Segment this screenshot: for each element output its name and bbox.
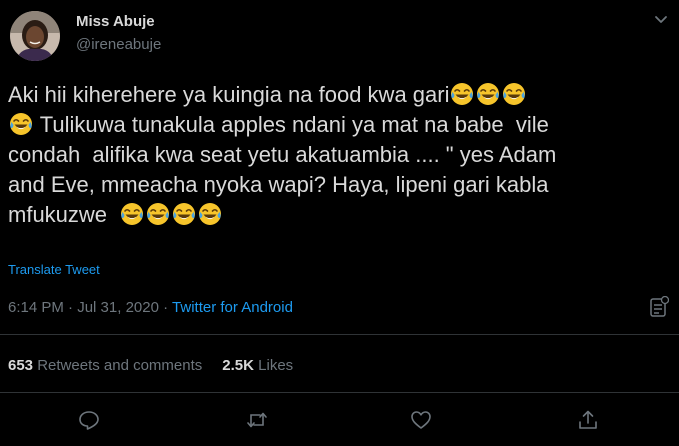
likes-count: 2.5K	[222, 357, 254, 374]
tweet-text-line: Tulikuwa tunakula apples ndani ya mat na…	[34, 112, 549, 137]
tweet-text-line: and Eve, mmeacha nyoka wapi? Haya, lipen…	[8, 172, 549, 197]
face-with-tears-of-joy-icon	[502, 82, 526, 106]
tweet-text-line: condah alifika kwa seat yetu akatuambia …	[8, 142, 557, 167]
face-with-tears-of-joy-icon	[146, 202, 170, 226]
retweet-icon[interactable]	[246, 409, 268, 431]
tweet-stats: 653 Retweets and comments 2.5K Likes	[8, 357, 293, 374]
tweet-text: Aki hii kiherehere ya kuingia na food kw…	[8, 80, 674, 230]
share-icon[interactable]	[577, 409, 599, 431]
retweets-count: 653	[8, 357, 34, 374]
tweet-source-link[interactable]: Twitter for Android	[172, 299, 293, 316]
translate-tweet-link[interactable]: Translate Tweet	[8, 262, 100, 277]
face-with-tears-of-joy-icon	[450, 82, 474, 106]
face-with-tears-of-joy-icon	[198, 202, 222, 226]
tweet-date[interactable]: Jul 31, 2020	[77, 299, 159, 316]
face-with-tears-of-joy-icon	[476, 82, 500, 106]
retweets-stat[interactable]: 653 Retweets and comments	[8, 357, 202, 374]
face-with-tears-of-joy-icon	[172, 202, 196, 226]
divider	[0, 392, 679, 393]
chevron-down-icon[interactable]	[652, 10, 670, 28]
tweet-meta: 6:14 PM · Jul 31, 2020 · Twitter for And…	[8, 299, 293, 316]
tweet-text-line: mfukuzwe	[8, 202, 108, 227]
likes-label: Likes	[258, 357, 294, 374]
author-name[interactable]: Miss Abuje	[76, 13, 155, 30]
analytics-icon[interactable]	[649, 295, 670, 318]
tweet-text-line: Aki hii kiherehere ya kuingia na food kw…	[8, 82, 450, 107]
face-with-tears-of-joy-icon	[120, 202, 144, 226]
reply-icon[interactable]	[78, 409, 100, 431]
meta-separator: ·	[163, 299, 169, 316]
author-handle[interactable]: @ireneabuje	[76, 36, 161, 53]
retweets-label: Retweets and comments	[37, 357, 203, 374]
avatar[interactable]	[10, 11, 60, 61]
meta-separator: ·	[68, 299, 74, 316]
likes-stat[interactable]: 2.5K Likes	[222, 357, 293, 374]
tweet-time[interactable]: 6:14 PM	[8, 299, 64, 316]
heart-icon[interactable]	[410, 409, 432, 431]
face-with-tears-of-joy-icon	[9, 112, 33, 136]
divider	[0, 334, 679, 335]
